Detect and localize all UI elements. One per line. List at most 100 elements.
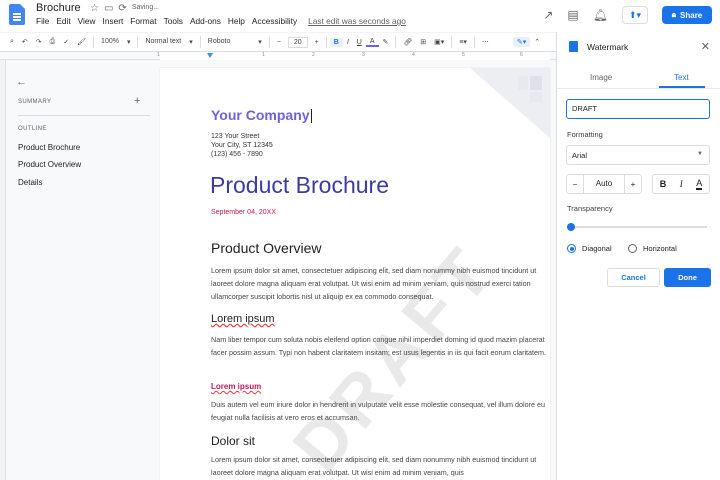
font-size-stepper: − Auto +	[566, 174, 642, 194]
cancel-button[interactable]: Cancel	[607, 268, 660, 287]
move-folder-icon[interactable]: ▭	[104, 3, 113, 14]
heading-product-overview[interactable]: Product Overview	[211, 240, 321, 256]
activity-trend-icon[interactable]: ↗	[543, 9, 553, 21]
toolbar-divider	[395, 36, 397, 48]
formatting-label: Formatting	[567, 130, 603, 139]
comments-icon[interactable]: ▤	[567, 9, 578, 21]
company-name[interactable]: Your Company	[211, 107, 312, 124]
done-button[interactable]: Done	[664, 268, 711, 287]
add-summary-icon[interactable]: +	[134, 95, 140, 107]
toolbar-divider	[325, 36, 327, 48]
last-edit-link[interactable]: Last edit was seconds ago	[308, 16, 406, 26]
indent-marker[interactable]	[207, 53, 213, 58]
font-size-input[interactable]: 20	[287, 36, 308, 48]
underline-icon[interactable]: U	[353, 39, 366, 46]
paint-format-icon[interactable]: 🖌︎	[73, 38, 90, 46]
editing-mode-icon[interactable]: ✎▾	[512, 37, 531, 47]
docs-logo-icon[interactable]	[9, 4, 25, 25]
company-address[interactable]: 123 Your Street Your City, ST 12345 (123…	[211, 132, 273, 159]
outline-item-details[interactable]: Details	[18, 178, 42, 187]
transparency-slider-thumb[interactable]	[567, 223, 575, 231]
search-menus-icon[interactable]: ⌕	[6, 38, 18, 46]
watermark-font-select[interactable]: Arial ▼	[566, 145, 710, 165]
horizontal-ruler[interactable]: 1 1 2 3 4 5 6	[0, 52, 556, 60]
paragraph[interactable]: Lorem ipsum dolor sit amet, consectetuer…	[211, 264, 550, 304]
style-value: Normal text	[145, 38, 182, 45]
menu-tools[interactable]: Tools	[164, 16, 183, 26]
title-icons: ☆ ▭ ⟳ Saving...	[90, 3, 159, 14]
menu-insert[interactable]: Insert	[103, 16, 124, 26]
font-select[interactable]: Roboto ▾	[204, 38, 266, 46]
size-value[interactable]: Auto	[583, 175, 625, 193]
diagonal-label[interactable]: Diagonal	[582, 244, 612, 253]
zoom-select[interactable]: 100% ▾	[97, 38, 134, 46]
menu-accessibility[interactable]: Accessibility	[252, 16, 297, 26]
size-decrease-button[interactable]: −	[567, 180, 583, 189]
insert-image-icon[interactable]: ▣▾	[430, 38, 448, 46]
horizontal-radio[interactable]	[628, 244, 637, 253]
menu-format[interactable]: Format	[130, 16, 156, 26]
transparency-slider-track[interactable]	[571, 226, 707, 228]
present-icon: ⬆▾	[628, 9, 642, 20]
back-arrow-icon[interactable]: ←	[16, 76, 27, 88]
redo-icon[interactable]: ↷	[32, 38, 46, 46]
saving-status: Saving...	[131, 4, 160, 11]
heading-lorem-ipsum[interactable]: Lorem ipsum	[211, 313, 275, 325]
menu-file[interactable]: File	[36, 16, 49, 26]
increase-font-size-button[interactable]: +	[311, 39, 323, 46]
address-line: (123) 456 - 7890	[211, 151, 263, 158]
panel-title: Watermark	[587, 42, 629, 52]
ruler-label: 1	[157, 52, 160, 58]
share-button[interactable]: 🔒︎ Share	[662, 6, 712, 24]
undo-icon[interactable]: ↶	[18, 38, 32, 46]
highlight-icon[interactable]: ✎	[379, 38, 393, 46]
subheading-lorem-ipsum[interactable]: Lorem ipsum	[211, 382, 261, 391]
align-icon[interactable]: ≡▾	[455, 38, 471, 46]
transparency-label: Transparency	[567, 204, 613, 213]
text-color-icon[interactable]: A	[365, 38, 379, 47]
paragraph[interactable]: Nam liber tempor cum soluta nobis eleife…	[211, 333, 550, 359]
menu-help[interactable]: Help	[228, 16, 245, 26]
document-title-heading[interactable]: Product Brochure	[210, 172, 389, 199]
outline-label: OUTLINE	[18, 126, 47, 132]
menu-bar: File Edit View Insert Format Tools Add-o…	[36, 16, 413, 26]
print-icon[interactable]: ⎙	[46, 38, 60, 46]
star-icon[interactable]: ☆	[90, 3, 99, 14]
header-actions: ↗ ▤ 🔔︎ ⬆▾ 🔒︎ Share	[543, 6, 712, 24]
outline-item-product-brochure[interactable]: Product Brochure	[18, 143, 80, 152]
corner-decoration	[530, 76, 542, 90]
outline-item-product-overview[interactable]: Product Overview	[18, 160, 81, 169]
document-page[interactable]: DRAFT Your Company 123 Your Street Your …	[160, 68, 550, 480]
spellcheck-icon[interactable]: ✓	[59, 38, 73, 46]
heading-dolor-sit[interactable]: Dolor sit	[211, 434, 255, 448]
notifications-bell-icon[interactable]: 🔔︎	[593, 9, 608, 21]
text-color-button[interactable]: A	[696, 178, 703, 190]
insert-link-icon[interactable]: 🔗︎	[399, 38, 416, 46]
italic-button[interactable]: I	[680, 179, 683, 189]
menu-edit[interactable]: Edit	[56, 16, 70, 26]
style-select[interactable]: Normal text ▾	[141, 38, 196, 46]
italic-icon[interactable]: I	[343, 39, 353, 46]
watermark-text-input[interactable]: DRAFT	[566, 99, 710, 119]
bold-button[interactable]: B	[660, 179, 667, 189]
menu-addons[interactable]: Add-ons	[190, 16, 221, 26]
paragraph[interactable]: Lorem ipsum dolor sit amet, consectetuer…	[211, 453, 550, 479]
more-options-icon[interactable]: ⋯	[478, 38, 493, 46]
add-comment-icon[interactable]: ⊞	[416, 38, 430, 46]
collapse-menus-icon[interactable]: ⌃	[530, 38, 544, 46]
tab-text[interactable]: Text	[674, 73, 689, 82]
chevron-down-icon: ▾	[189, 39, 193, 46]
size-increase-button[interactable]: +	[625, 180, 641, 189]
document-title[interactable]: Brochure	[36, 2, 81, 14]
bold-icon[interactable]: B	[329, 37, 343, 47]
chevron-down-icon: ▾	[126, 39, 131, 46]
menu-view[interactable]: View	[78, 16, 96, 26]
document-date[interactable]: September 04, 20XX	[211, 209, 276, 216]
tab-image[interactable]: Image	[590, 73, 612, 82]
paragraph[interactable]: Duis autem vel eum iriure dolor in hendr…	[211, 398, 550, 424]
diagonal-radio[interactable]	[567, 244, 576, 253]
decrease-font-size-button[interactable]: −	[273, 39, 285, 46]
present-button[interactable]: ⬆▾	[622, 6, 648, 24]
close-icon[interactable]: ✕	[701, 40, 710, 53]
horizontal-label[interactable]: Horizontal	[643, 244, 677, 253]
